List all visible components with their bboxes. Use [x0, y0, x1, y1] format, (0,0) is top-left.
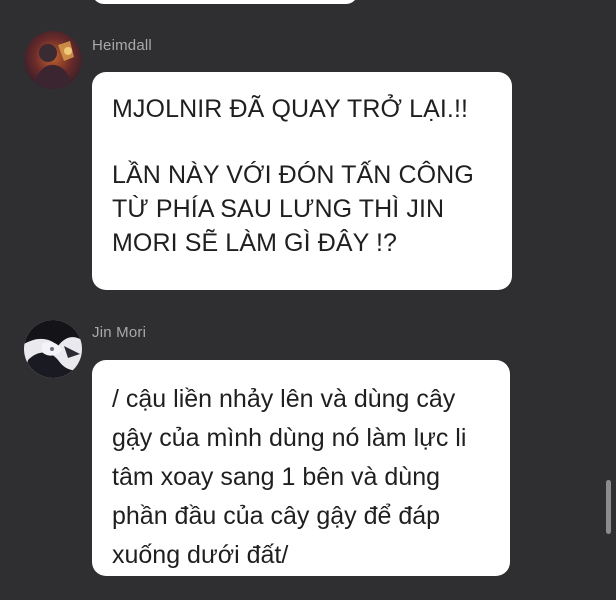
message-text-line: MJOLNIR ĐÃ QUAY TRỞ LẠI.!! [112, 95, 469, 123]
message-text-line: / cậu liền nhảy lên và dùng cây [112, 385, 456, 413]
message-bubble[interactable]: MJOLNIR ĐÃ QUAY TRỞ LẠI.!! LẦN NÀY VỚI Đ… [92, 72, 512, 290]
previous-message-bubble[interactable] [92, 0, 358, 4]
message-text-line: MORI SẼ LÀM GÌ ĐÂY !? [112, 229, 398, 257]
scrollbar-thumb[interactable] [606, 480, 611, 534]
heimdall-avatar[interactable] [24, 31, 82, 89]
message-text-line: gậy của mình dùng nó làm lực li [112, 424, 467, 452]
message-text-line: TỪ PHÍA SAU LƯNG THÌ JIN [112, 195, 445, 223]
message-bubble[interactable]: / cậu liền nhảy lên và dùng cây gậy của … [92, 360, 510, 576]
message-text-line: LẦN NÀY VỚI ĐÓN TẤN CÔNG [112, 161, 474, 189]
message-text-line: xuống dưới đất/ [112, 541, 289, 569]
message-username[interactable]: Jin Mori [92, 324, 146, 341]
jin-mori-avatar-icon [24, 320, 82, 378]
message-text-line: tâm xoay sang 1 bên và dùng [112, 463, 441, 491]
jin-mori-avatar[interactable] [24, 320, 82, 378]
message-text-line: phần đầu của cây gậy để đáp [112, 502, 441, 530]
message-username[interactable]: Heimdall [92, 37, 152, 54]
chat-thread: Heimdall MJOLNIR ĐÃ QUAY TRỞ LẠI.!! LẦN … [0, 0, 616, 600]
heimdall-avatar-icon [24, 31, 82, 89]
